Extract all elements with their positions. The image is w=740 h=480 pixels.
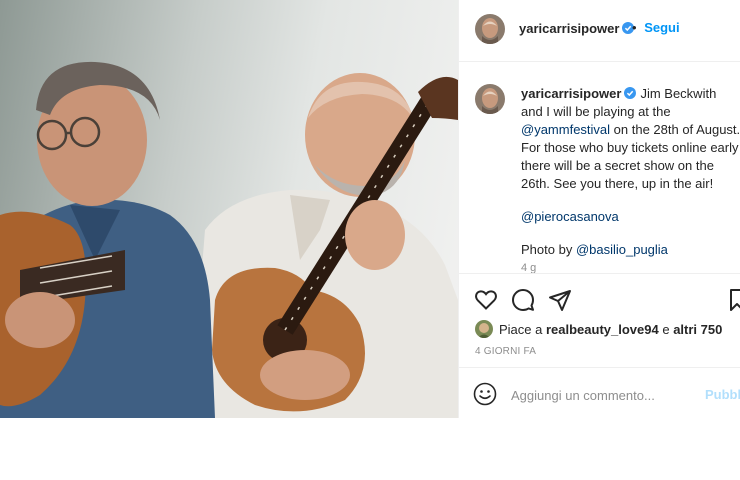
caption-section: yaricarrisipower Jim Beckwith and I will … xyxy=(459,62,740,274)
liker-username[interactable]: realbeauty_love94 xyxy=(546,322,659,337)
likes-conjunction: e xyxy=(658,322,674,337)
caption-text: yaricarrisipower Jim Beckwith and I will … xyxy=(521,85,740,259)
caption-paragraph: yaricarrisipower Jim Beckwith and I will … xyxy=(521,85,740,193)
post-date[interactable]: 4 GIORNI FA xyxy=(475,346,536,357)
mention-pierocasanova[interactable]: @pierocasanova xyxy=(521,209,619,224)
caption-username[interactable]: yaricarrisipower xyxy=(521,86,621,101)
caption-time-ago[interactable]: 4 g xyxy=(521,262,536,273)
liker-avatar[interactable] xyxy=(475,320,493,338)
post-actions xyxy=(459,276,740,322)
likes-text: Piace a realbeauty_love94 e altri 750 xyxy=(499,322,722,337)
post-details-panel: yaricarrisipower • Segui yaricarrisipowe… xyxy=(458,0,740,418)
follow-separator: • xyxy=(632,20,637,35)
post-header: yaricarrisipower • Segui xyxy=(459,0,740,62)
comment-icon[interactable] xyxy=(511,288,535,312)
caption-avatar[interactable] xyxy=(475,84,505,114)
author-avatar[interactable] xyxy=(475,14,505,44)
post-photo[interactable] xyxy=(0,0,458,418)
verified-badge-icon xyxy=(624,87,637,99)
likes-prefix: Piace a xyxy=(499,322,546,337)
author-username-text[interactable]: yaricarrisipower xyxy=(519,21,619,36)
comment-input[interactable] xyxy=(511,386,701,404)
follow-area: • Segui xyxy=(632,20,680,35)
author-username[interactable]: yaricarrisipower xyxy=(519,21,635,36)
mention-yammfestival[interactable]: @yammfestival xyxy=(521,122,610,137)
photo-by-label: Photo by xyxy=(521,242,576,257)
emoji-icon[interactable] xyxy=(473,382,497,406)
mention-basilio-puglia[interactable]: @basilio_puglia xyxy=(576,242,668,257)
follow-button[interactable]: Segui xyxy=(644,20,679,35)
publish-button[interactable]: Pubblica xyxy=(705,387,740,402)
comment-bar: Pubblica xyxy=(459,367,740,418)
caption-mention-line: @pierocasanova xyxy=(521,208,740,226)
heart-icon[interactable] xyxy=(474,288,498,312)
musicians-photo xyxy=(0,61,458,418)
caption-credit-line: Photo by @basilio_puglia xyxy=(521,241,740,259)
share-icon[interactable] xyxy=(548,288,572,312)
bookmark-icon[interactable] xyxy=(729,288,740,312)
likes-others-count[interactable]: altri 750 xyxy=(673,322,722,337)
